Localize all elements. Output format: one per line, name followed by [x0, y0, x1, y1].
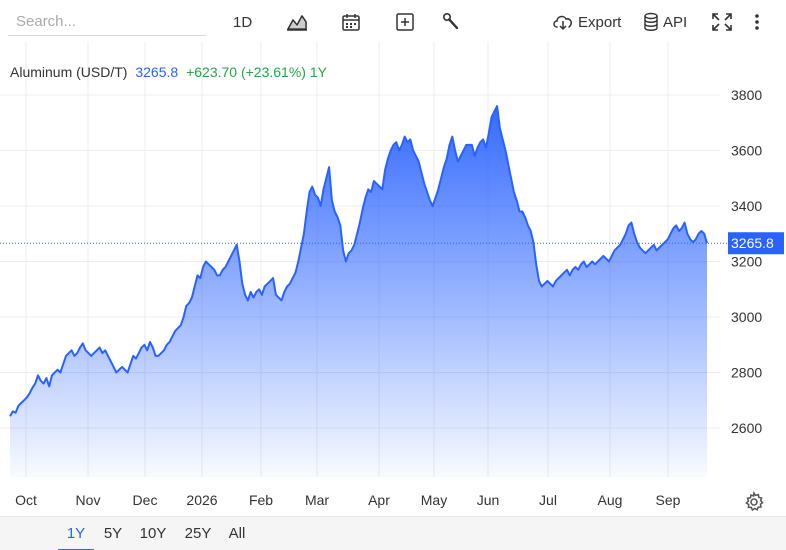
x-tick-label: 2026	[186, 492, 217, 508]
interval-button[interactable]: 1D	[233, 10, 252, 34]
range-tab-25y[interactable]: 25Y	[178, 517, 218, 550]
range-tab-5y[interactable]: 5Y	[96, 517, 130, 550]
range-tab-1y[interactable]: 1Y	[58, 517, 94, 550]
y-tick-label: 3400	[731, 198, 762, 214]
export-button[interactable]: Export	[551, 10, 621, 34]
api-button[interactable]: API	[643, 10, 687, 34]
x-tick-label: Nov	[76, 492, 101, 508]
x-tick-label: Aug	[598, 492, 623, 508]
database-icon	[644, 12, 658, 31]
api-label: API	[663, 13, 688, 31]
legend-last: 3265.8	[135, 64, 178, 80]
y-tick-label: 3000	[731, 309, 762, 325]
legend-change: +623.70 (+23.61%) 1Y	[186, 64, 328, 80]
export-label: Export	[578, 13, 622, 31]
y-tick-label: 3200	[731, 254, 762, 270]
y-tick-label: 3800	[731, 87, 762, 103]
x-tick-label: Jun	[477, 492, 500, 508]
search-input[interactable]	[8, 8, 206, 36]
range-tab-all[interactable]: All	[222, 517, 252, 550]
last-price-label: 3265.8	[731, 235, 774, 251]
x-tick-label: Oct	[15, 492, 37, 508]
x-tick-label: Feb	[249, 492, 273, 508]
y-tick-label: 3600	[731, 143, 762, 159]
plus-square-icon[interactable]	[395, 10, 415, 34]
range-tab-10y[interactable]: 10Y	[134, 517, 172, 550]
cloud-download-icon	[553, 15, 572, 31]
area-chart-icon[interactable]	[286, 10, 308, 34]
chart-legend: Aluminum (USD/T) 3265.8 +623.70 (+23.61%…	[10, 64, 328, 80]
gear-icon[interactable]	[743, 490, 765, 513]
y-tick-label: 2800	[731, 365, 762, 381]
y-tick-label: 2600	[731, 420, 762, 436]
last-price-tag: 3265.8	[728, 232, 784, 255]
toolbar: 1D	[0, 0, 786, 42]
legend-name: Aluminum (USD/T)	[10, 64, 127, 80]
more-vertical-icon[interactable]	[753, 10, 761, 34]
area-fill	[10, 106, 707, 477]
x-tick-label: May	[421, 492, 447, 508]
fullscreen-icon[interactable]	[711, 10, 733, 34]
price-chart[interactable]: 2600 2800 3000 3200 3400 3600 3800 Oct Nov Dec 20…	[0, 42, 786, 516]
range-tab-bar: 1Y 5Y 10Y 25Y All	[0, 516, 786, 550]
chart-area[interactable]: 2600 2800 3000 3200 3400 3600 3800 Oct Nov Dec 20…	[0, 42, 786, 516]
x-tick-label: Dec	[133, 492, 158, 508]
x-tick-label: Apr	[368, 492, 390, 508]
x-tick-label: Mar	[305, 492, 329, 508]
wrench-icon[interactable]	[441, 10, 461, 34]
calendar-icon[interactable]	[341, 10, 361, 34]
x-tick-label: Sep	[656, 492, 681, 508]
x-tick-label: Jul	[539, 492, 557, 508]
